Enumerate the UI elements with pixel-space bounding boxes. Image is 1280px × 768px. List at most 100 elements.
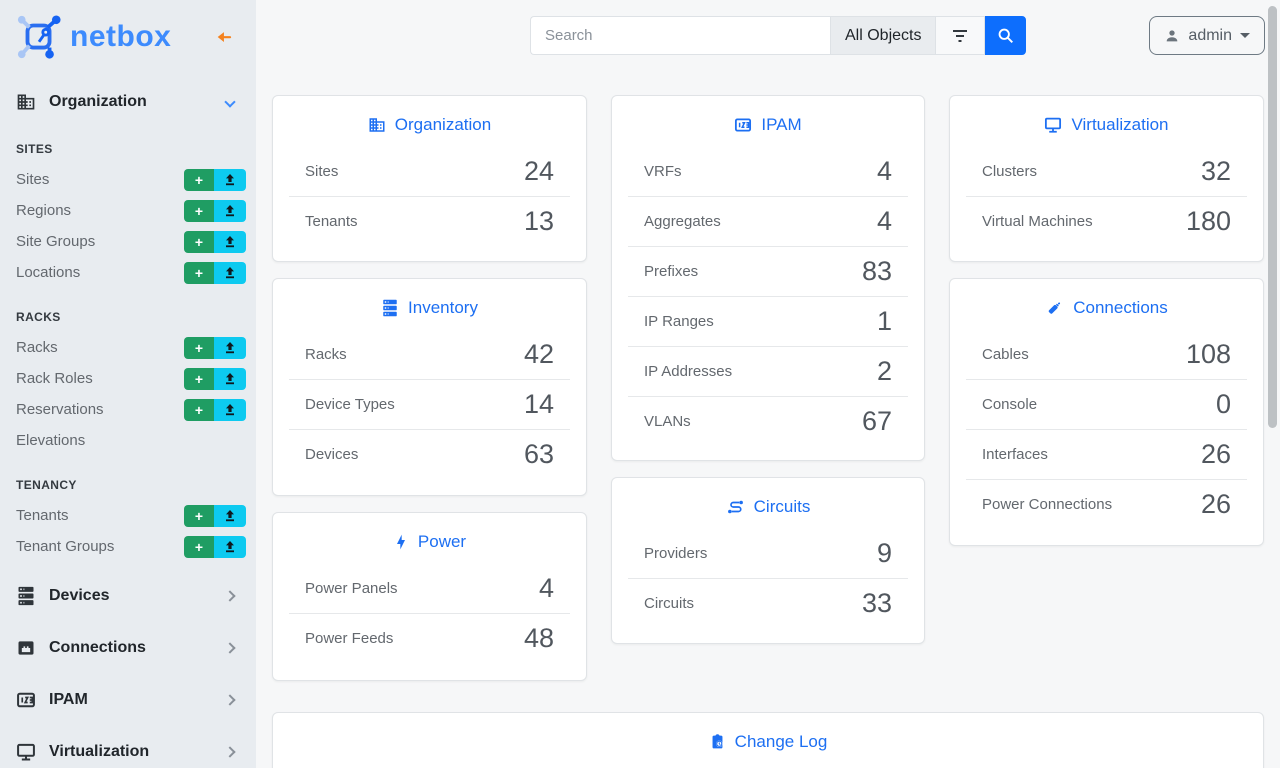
stat-row-power-connections[interactable]: Power Connections26 (966, 479, 1247, 529)
sidebar-item-label: Elevations (16, 432, 85, 449)
stat-row-power-feeds[interactable]: Power Feeds48 (289, 613, 570, 663)
upload-icon (224, 541, 236, 553)
sidebar-item-racks[interactable]: Racks + (0, 332, 256, 363)
stat-row-aggregates[interactable]: Aggregates4 (628, 196, 908, 246)
card-circuits-title[interactable]: Circuits (612, 478, 924, 528)
stat-row-racks[interactable]: Racks42 (289, 329, 570, 379)
import-button[interactable] (214, 231, 246, 253)
search-input[interactable] (530, 16, 830, 55)
search-scope-select[interactable]: All Objects (830, 16, 935, 55)
building-icon (368, 116, 386, 134)
import-button[interactable] (214, 399, 246, 421)
stat-row-tenants[interactable]: Tenants13 (289, 196, 570, 246)
stat-row-sites[interactable]: Sites24 (289, 146, 570, 196)
card-ipam: IPAM VRFs4 Aggregates4 Prefixes83 IP Ran… (611, 95, 925, 461)
import-button[interactable] (214, 337, 246, 359)
chevron-right-icon (224, 590, 235, 601)
pin-sidebar-icon[interactable] (215, 30, 232, 45)
sidebar: netbox Organization SITES Sites + Region… (0, 0, 256, 768)
card-inventory-title[interactable]: Inventory (273, 279, 586, 329)
sidebar-item-label: Sites (16, 171, 49, 188)
add-button[interactable]: + (184, 200, 214, 222)
card-organization-title[interactable]: Organization (273, 96, 586, 146)
sidebar-group-devices[interactable]: Devices (0, 570, 256, 622)
upload-icon (224, 174, 236, 186)
sidebar-group-virtualization[interactable]: Virtualization (0, 726, 256, 768)
sidebar-item-sites[interactable]: Sites + (0, 164, 256, 195)
dashboard: Organization Sites24 Tenants13 Inventory… (272, 95, 1264, 768)
person-icon (1164, 28, 1180, 44)
sidebar-item-rack-roles[interactable]: Rack Roles + (0, 363, 256, 394)
add-button[interactable]: + (184, 231, 214, 253)
sidebar-item-tenant-groups[interactable]: Tenant Groups + (0, 531, 256, 562)
import-button[interactable] (214, 200, 246, 222)
search-submit-button[interactable] (985, 16, 1026, 55)
sidebar-group-label: Devices (49, 587, 213, 605)
upload-icon (224, 267, 236, 279)
card-power-title[interactable]: Power (273, 513, 586, 563)
stat-row-interfaces[interactable]: Interfaces26 (966, 429, 1247, 479)
card-virtualization-title[interactable]: Virtualization (950, 96, 1263, 146)
search-filter-button[interactable] (935, 16, 985, 55)
stat-row-providers[interactable]: Providers9 (628, 528, 908, 578)
sidebar-item-elevations[interactable]: Elevations (0, 425, 256, 456)
add-button[interactable]: + (184, 169, 214, 191)
sidebar-item-regions[interactable]: Regions + (0, 195, 256, 226)
upload-icon (224, 236, 236, 248)
card-virtualization: Virtualization Clusters32 Virtual Machin… (949, 95, 1264, 262)
sidebar-item-locations[interactable]: Locations + (0, 257, 256, 288)
import-button[interactable] (214, 368, 246, 390)
sidebar-item-reservations[interactable]: Reservations + (0, 394, 256, 425)
stat-row-ip-ranges[interactable]: IP Ranges1 (628, 296, 908, 346)
stat-row-vrfs[interactable]: VRFs4 (628, 146, 908, 196)
netbox-logo[interactable]: netbox (16, 14, 171, 60)
netbox-logo-text: netbox (70, 20, 171, 54)
stat-row-cables[interactable]: Cables108 (966, 329, 1247, 379)
sidebar-group-label: Virtualization (49, 743, 213, 761)
stat-row-virtual-machines[interactable]: Virtual Machines180 (966, 196, 1247, 246)
card-changelog-title[interactable]: Change Log (273, 713, 1263, 763)
clipboard-clock-icon (709, 733, 726, 751)
stat-row-devices[interactable]: Devices63 (289, 429, 570, 479)
stat-row-device-types[interactable]: Device Types14 (289, 379, 570, 429)
sidebar-group-organization[interactable]: Organization (0, 84, 256, 120)
stat-row-console[interactable]: Console0 (966, 379, 1247, 429)
stat-row-ip-addresses[interactable]: IP Addresses2 (628, 346, 908, 396)
server-icon (16, 586, 36, 606)
sidebar-item-label: Reservations (16, 401, 104, 418)
counter-icon (16, 690, 36, 710)
card-connections-title[interactable]: Connections (950, 279, 1263, 329)
import-button[interactable] (214, 536, 246, 558)
stat-row-circuits[interactable]: Circuits33 (628, 578, 908, 628)
add-button[interactable]: + (184, 536, 214, 558)
card-inventory: Inventory Racks42 Device Types14 Devices… (272, 278, 587, 496)
add-button[interactable]: + (184, 399, 214, 421)
stat-row-vlans[interactable]: VLANs67 (628, 396, 908, 446)
import-button[interactable] (214, 505, 246, 527)
add-button[interactable]: + (184, 505, 214, 527)
sidebar-group-label: Connections (49, 639, 213, 657)
add-button[interactable]: + (184, 262, 214, 284)
import-button[interactable] (214, 169, 246, 191)
sidebar-item-tenants[interactable]: Tenants + (0, 500, 256, 531)
sidebar-item-label: Racks (16, 339, 58, 356)
import-button[interactable] (214, 262, 246, 284)
sidebar-section-tenancy: TENANCY (0, 456, 256, 500)
sidebar-group-connections[interactable]: Connections (0, 622, 256, 674)
user-menu-button[interactable]: admin (1149, 16, 1265, 55)
upload-icon (224, 373, 236, 385)
sidebar-section-racks: RACKS (0, 288, 256, 332)
sidebar-item-site-groups[interactable]: Site Groups + (0, 226, 256, 257)
add-button[interactable]: + (184, 368, 214, 390)
scrollbar[interactable] (1268, 6, 1277, 428)
card-ipam-title[interactable]: IPAM (612, 96, 924, 146)
stat-row-prefixes[interactable]: Prefixes83 (628, 246, 908, 296)
stat-row-power-panels[interactable]: Power Panels4 (289, 563, 570, 613)
sidebar-item-label: Site Groups (16, 233, 95, 250)
global-search: All Objects (530, 16, 1026, 55)
chevron-right-icon (224, 746, 235, 757)
add-button[interactable]: + (184, 337, 214, 359)
sidebar-group-ipam[interactable]: IPAM (0, 674, 256, 726)
chevron-right-icon (224, 642, 235, 653)
stat-row-clusters[interactable]: Clusters32 (966, 146, 1247, 196)
